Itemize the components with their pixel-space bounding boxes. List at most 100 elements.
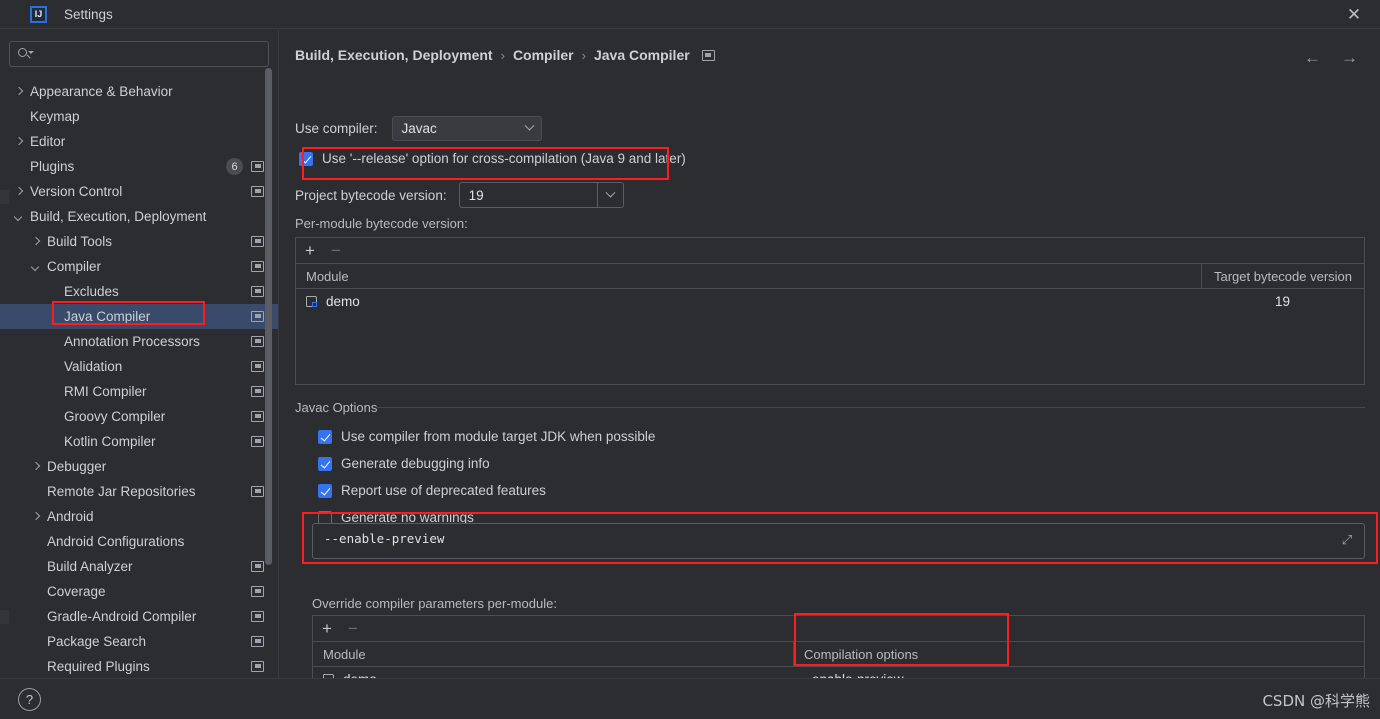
expand-icon[interactable]: ⤢	[1336, 529, 1358, 551]
project-scope-icon	[251, 186, 264, 197]
help-button[interactable]: ?	[18, 688, 41, 711]
chevron-right-icon[interactable]	[14, 86, 25, 97]
chevron-down-icon[interactable]	[31, 261, 42, 272]
settings-main-panel: Build, Execution, Deployment › Compiler …	[280, 30, 1380, 693]
breadcrumb-item-compiler[interactable]: Compiler	[513, 47, 574, 63]
column-header-compilation-options[interactable]: Compilation options	[793, 642, 1364, 666]
module-name: demo	[326, 294, 360, 309]
search-box[interactable]	[9, 41, 269, 67]
sidebar-item-kotlin-compiler[interactable]: Kotlin Compiler	[0, 429, 278, 454]
javac-options-title: Javac Options	[295, 400, 378, 415]
sidebar-item-package-search[interactable]: Package Search	[0, 629, 278, 654]
sidebar-item-excludes[interactable]: Excludes	[0, 279, 278, 304]
sidebar-item-debugger[interactable]: Debugger	[0, 454, 278, 479]
sidebar-item-label: Compiler	[47, 259, 102, 274]
sidebar-item-appearance-behavior[interactable]: Appearance & Behavior	[0, 79, 278, 104]
remove-override-button[interactable]: −	[348, 620, 358, 637]
per-module-bytecode-table: + − Module Target bytecode version demo …	[295, 237, 1365, 385]
column-header-module[interactable]: Module	[313, 642, 793, 666]
column-header-module[interactable]: Module	[296, 264, 1201, 288]
project-scope-icon	[701, 49, 715, 61]
sidebar-item-android-configurations[interactable]: Android Configurations	[0, 529, 278, 554]
sidebar-item-label: Required Plugins	[47, 659, 150, 674]
search-container	[0, 30, 278, 67]
sidebar-item-label: Java Compiler	[64, 309, 151, 324]
search-input[interactable]	[32, 46, 268, 62]
breadcrumb-separator: ›	[581, 47, 586, 63]
project-scope-icon	[251, 486, 264, 497]
edge-artifact	[0, 190, 9, 204]
section-divider	[377, 407, 1365, 408]
checkbox-row-generate-debugging-info[interactable]: Generate debugging info	[318, 456, 490, 471]
breadcrumb: Build, Execution, Deployment › Compiler …	[295, 47, 715, 63]
sidebar-item-validation[interactable]: Validation	[0, 354, 278, 379]
sidebar-item-label: Validation	[64, 359, 123, 374]
sidebar-item-keymap[interactable]: Keymap	[0, 104, 278, 129]
sidebar-item-coverage[interactable]: Coverage	[0, 579, 278, 604]
generate-debugging-info-checkbox[interactable]	[318, 456, 332, 471]
sidebar-item-label: Plugins	[30, 159, 75, 174]
breadcrumb-separator: ›	[500, 47, 505, 63]
use-module-jdk-checkbox[interactable]	[318, 429, 332, 444]
chevron-right-icon[interactable]	[14, 136, 25, 147]
project-scope-icon	[251, 261, 264, 272]
sidebar-item-label: Coverage	[47, 584, 106, 599]
chevron-down-icon[interactable]	[596, 183, 623, 207]
per-module-bytecode-label: Per-module bytecode version:	[295, 216, 468, 231]
chevron-right-icon[interactable]	[31, 511, 42, 522]
additional-params-textarea[interactable]: --enable-preview ⤢	[312, 523, 1365, 559]
back-arrow-icon[interactable]: ←	[1304, 48, 1321, 68]
sidebar-item-rmi-compiler[interactable]: RMI Compiler	[0, 379, 278, 404]
close-icon[interactable]: ✕	[1342, 3, 1366, 27]
project-scope-icon	[251, 661, 264, 672]
sidebar-item-label: RMI Compiler	[64, 384, 147, 399]
chevron-down-icon	[519, 125, 541, 132]
remove-module-button[interactable]: −	[331, 242, 341, 259]
release-option-checkbox-row[interactable]: Use '--release' option for cross-compila…	[299, 151, 686, 166]
chevron-right-icon[interactable]	[31, 236, 42, 247]
sidebar-item-editor[interactable]: Editor	[0, 129, 278, 154]
project-bytecode-field[interactable]: 19	[458, 182, 624, 208]
release-option-checkbox[interactable]	[299, 151, 313, 166]
sidebar-item-remote-jar-repositories[interactable]: Remote Jar Repositories	[0, 479, 278, 504]
checkbox-row-use-module-jdk[interactable]: Use compiler from module target JDK when…	[318, 429, 655, 444]
project-scope-icon	[251, 361, 264, 372]
project-scope-icon	[251, 436, 264, 447]
sidebar-item-build-execution-deployment[interactable]: Build, Execution, Deployment	[0, 204, 278, 229]
sidebar-item-annotation-processors[interactable]: Annotation Processors	[0, 329, 278, 354]
add-override-button[interactable]: +	[322, 620, 332, 637]
sidebar-item-groovy-compiler[interactable]: Groovy Compiler	[0, 404, 278, 429]
project-scope-icon	[251, 586, 264, 597]
breadcrumb-item-build[interactable]: Build, Execution, Deployment	[295, 47, 493, 63]
sidebar-scrollbar[interactable]	[265, 68, 272, 565]
sidebar-item-plugins[interactable]: Plugins 6	[0, 154, 278, 179]
checkbox-row-report-deprecated[interactable]: Report use of deprecated features	[318, 483, 546, 498]
sidebar-item-build-analyzer[interactable]: Build Analyzer	[0, 554, 278, 579]
sidebar-item-compiler[interactable]: Compiler	[0, 254, 278, 279]
forward-arrow-icon[interactable]: →	[1341, 48, 1358, 68]
settings-sidebar: Appearance & Behavior Keymap Editor Plugins…	[0, 30, 279, 678]
title-bar: IJ Settings ✕	[0, 0, 1380, 29]
per-module-toolbar: + −	[296, 238, 1364, 264]
table-row[interactable]: demo 19	[296, 289, 1364, 314]
sidebar-item-java-compiler[interactable]: Java Compiler	[0, 304, 278, 329]
sidebar-item-label: Appearance & Behavior	[30, 84, 173, 99]
project-bytecode-row: Project bytecode version: 19	[295, 182, 624, 208]
sidebar-item-version-control[interactable]: Version Control	[0, 179, 278, 204]
chevron-right-icon[interactable]	[31, 461, 42, 472]
sidebar-item-required-plugins[interactable]: Required Plugins	[0, 654, 278, 679]
column-header-target-bytecode[interactable]: Target bytecode version	[1201, 264, 1364, 288]
breadcrumb-item-java-compiler[interactable]: Java Compiler	[594, 47, 690, 63]
sidebar-item-gradle-android-compiler[interactable]: Gradle-Android Compiler	[0, 604, 278, 629]
report-deprecated-checkbox[interactable]	[318, 483, 332, 498]
chevron-right-icon[interactable]	[14, 186, 25, 197]
use-compiler-dropdown[interactable]: Javac	[391, 116, 542, 141]
sidebar-item-android[interactable]: Android	[0, 504, 278, 529]
add-module-button[interactable]: +	[305, 242, 315, 259]
edge-artifact	[0, 610, 9, 624]
sidebar-item-build-tools[interactable]: Build Tools	[0, 229, 278, 254]
chevron-down-icon[interactable]	[14, 211, 25, 222]
